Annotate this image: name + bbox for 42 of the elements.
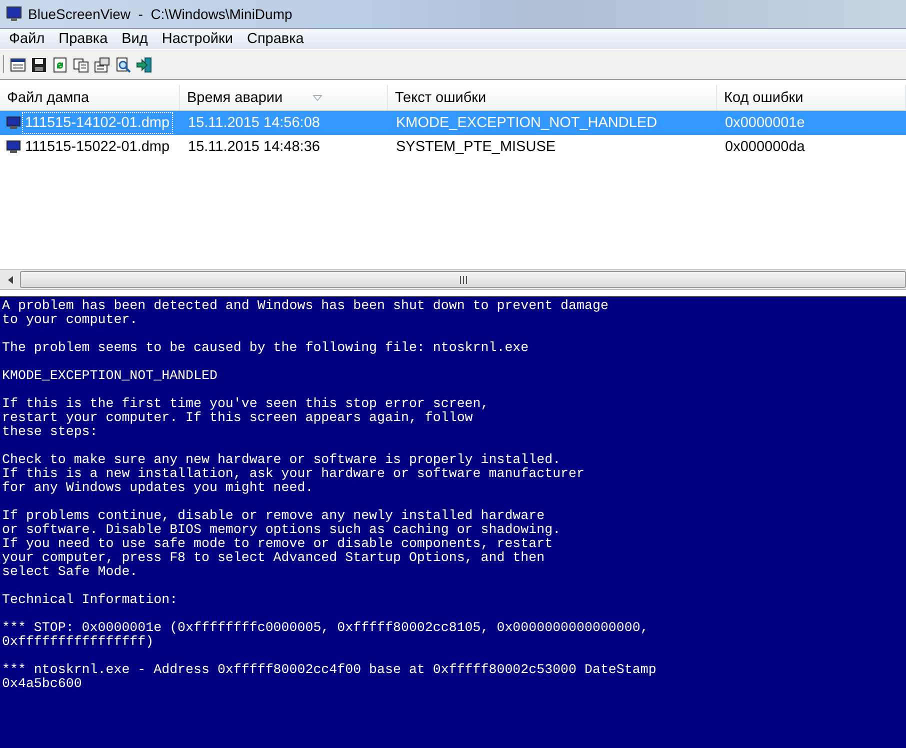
table-cell-text: 0x0000001e — [724, 114, 806, 133]
table-cell-text: 111515-15022-01.dmp — [24, 138, 171, 157]
copy-icon[interactable] — [73, 57, 89, 73]
table-cell-text: KMODE_EXCEPTION_NOT_HANDLED — [395, 114, 658, 133]
table-row[interactable]: 111515-15022-01.dmp 15.11.2015 14:48:36 SYSTEM_PTE_MISUSE 0x000000da — [0, 135, 906, 159]
column-header[interactable]: Время аварии — [180, 85, 388, 110]
scrollbar-thumb[interactable] — [20, 271, 906, 288]
properties-icon[interactable] — [94, 57, 110, 73]
column-header[interactable]: Код ошибки — [717, 85, 906, 110]
window-icon[interactable] — [10, 57, 26, 73]
column-header[interactable]: Текст ошибки — [388, 85, 717, 110]
menu-item[interactable]: Правка — [52, 31, 115, 47]
menu-item[interactable]: Файл — [2, 31, 52, 47]
error-paragraph: *** ntoskrnl.exe - Address 0xfffff80002cc4f00 base at 0xfffff80002c53000 DateStamp 0x4a5bc600 — [2, 663, 658, 691]
window-title: BlueScreenView - C:\Windows\MiniDump — [28, 6, 292, 22]
table-cell: 111515-14102-01.dmp — [23, 113, 172, 133]
column-header[interactable]: Файл дампа — [0, 85, 180, 110]
error-paragraph: A problem has been detected and Windows has been shut down to prevent damage to your computer. — [2, 299, 610, 327]
menu-item[interactable]: Настройки — [154, 31, 240, 47]
table-cell-text: 0x000000da — [724, 138, 806, 157]
sort-arrow-icon — [312, 94, 322, 100]
save-icon[interactable] — [31, 57, 47, 73]
table-cell-text: 15.11.2015 14:56:08 — [187, 114, 321, 133]
error-paragraph: The problem seems to be caused by the following file: ntoskrnl.exe — [2, 341, 530, 355]
error-paragraph: KMODE_EXCEPTION_NOT_HANDLED — [2, 369, 218, 383]
search-icon[interactable] — [115, 57, 131, 73]
scroll-left-icon[interactable] — [8, 276, 12, 284]
error-paragraph: If problems continue, disable or remove any newly installed hardware or software. Disable BIOS memory options such as caching or shadowing. If you need to use safe mode to remove or disable components, restart your computer, press F8 to select Advanced Startup Options, and then select Safe Mode. — [2, 509, 562, 579]
menu-item[interactable]: Справка — [240, 31, 311, 47]
grip-icon — [460, 276, 466, 284]
monitor-icon — [6, 116, 21, 130]
table-cell-text: SYSTEM_PTE_MISUSE — [395, 138, 557, 157]
menu-item[interactable]: Вид — [114, 31, 155, 47]
error-paragraph: *** STOP: 0x0000001e (0xffffffffc0000005, 0xfffff80002cc8105, 0x0000000000000000, 0xffffffffffffffff) — [2, 621, 650, 649]
app-icon — [6, 6, 22, 22]
table-cell-text: 15.11.2015 14:48:36 — [187, 138, 321, 157]
error-paragraph: Check to make sure any new hardware or software is properly installed. If this is a new installation, ask your hardware or software manufacturer for any Windows updates you might need. — [2, 453, 586, 495]
error-paragraph: Technical Information: — [2, 593, 179, 607]
error-paragraph: If this is the first time you've seen this stop error screen, restart your computer. If this screen appears again, follow these steps: — [2, 397, 490, 439]
exit-icon[interactable] — [136, 57, 152, 73]
monitor-icon — [6, 140, 21, 154]
refresh-icon[interactable] — [52, 57, 68, 73]
